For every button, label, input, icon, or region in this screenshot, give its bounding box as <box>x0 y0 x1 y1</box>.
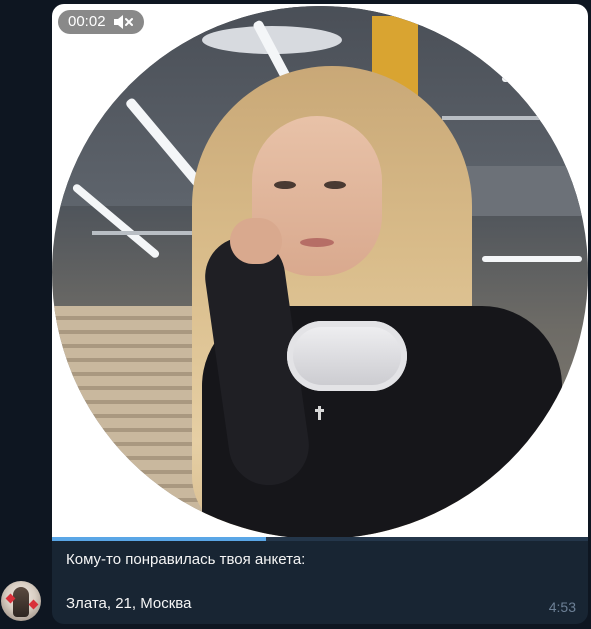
message-text-line1: Кому-то понравилась твоя анкета: <box>66 551 306 568</box>
round-video[interactable] <box>52 6 588 539</box>
video-timer-badge[interactable]: 00:02 <box>58 10 144 34</box>
balcony-rail <box>442 116 588 120</box>
sender-avatar[interactable] <box>1 581 41 621</box>
headphones <box>287 321 407 391</box>
speaker-muted-icon[interactable] <box>112 14 134 30</box>
ceiling-light <box>482 256 582 262</box>
ceiling-light <box>502 76 588 82</box>
person-hand <box>230 218 282 264</box>
person-eye <box>274 181 296 189</box>
person-eye <box>324 181 346 189</box>
video-timer: 00:02 <box>68 13 106 30</box>
message-time: 4:53 <box>548 599 576 615</box>
message-text-line2: Злата, 21, Москва <box>66 595 192 612</box>
video-progress-fill <box>52 537 267 541</box>
heart-icon <box>28 599 39 610</box>
person-mouth <box>300 238 334 247</box>
video-message[interactable]: 00:02 <box>52 4 588 541</box>
necklace-cross <box>315 406 324 420</box>
avatar-figure <box>13 587 29 617</box>
video-progress-bar[interactable] <box>52 537 588 541</box>
message-bubble: 00:02 Кому-то понравилась твоя анкета: З… <box>52 4 588 624</box>
